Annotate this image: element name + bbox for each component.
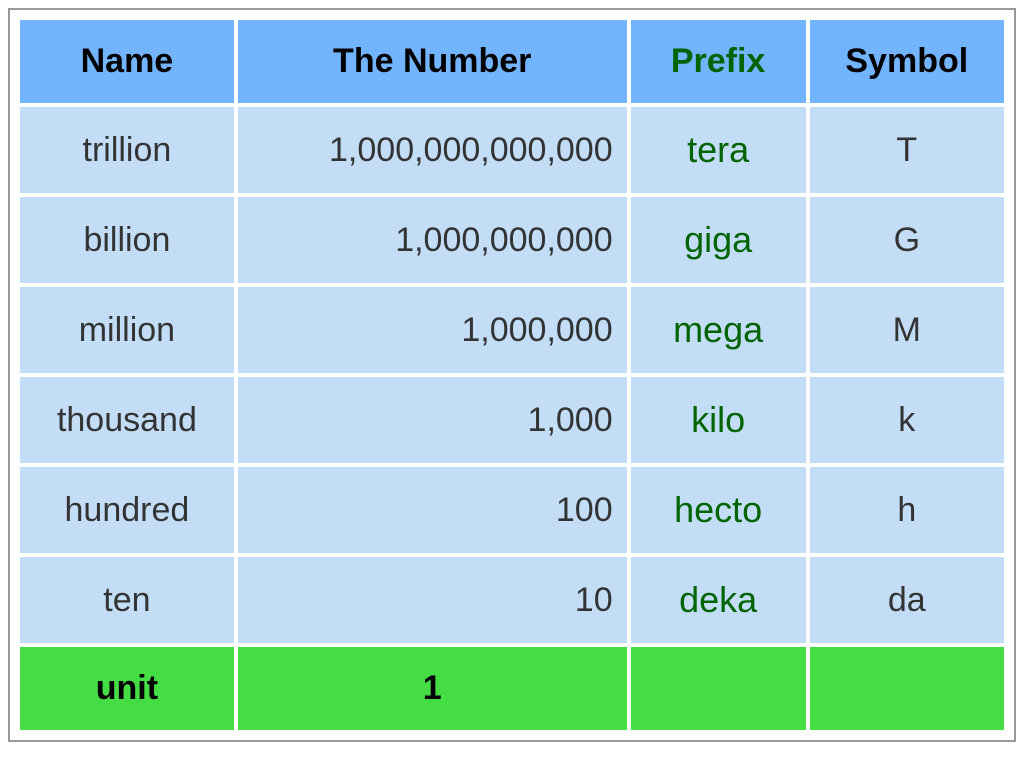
cell-symbol	[810, 647, 1004, 730]
cell-symbol: k	[810, 377, 1004, 463]
cell-number: 1,000,000	[238, 287, 627, 373]
cell-number: 1,000,000,000	[238, 197, 627, 283]
cell-symbol: G	[810, 197, 1004, 283]
table-body: trillion 1,000,000,000,000 tera T billio…	[20, 107, 1004, 730]
table-row: billion 1,000,000,000 giga G	[20, 197, 1004, 283]
cell-prefix	[631, 647, 806, 730]
cell-number: 10	[238, 557, 627, 643]
table-row: ten 10 deka da	[20, 557, 1004, 643]
cell-prefix: giga	[631, 197, 806, 283]
table-header-row: Name The Number Prefix Symbol	[20, 20, 1004, 103]
cell-prefix: mega	[631, 287, 806, 373]
cell-name: thousand	[20, 377, 234, 463]
cell-number: 1	[238, 647, 627, 730]
metric-prefixes-table: Name The Number Prefix Symbol trillion 1…	[16, 16, 1008, 734]
table-row: thousand 1,000 kilo k	[20, 377, 1004, 463]
cell-symbol: M	[810, 287, 1004, 373]
cell-name: million	[20, 287, 234, 373]
cell-name: billion	[20, 197, 234, 283]
header-number: The Number	[238, 20, 627, 103]
cell-number: 1,000	[238, 377, 627, 463]
cell-symbol: h	[810, 467, 1004, 553]
table-row-unit: unit 1	[20, 647, 1004, 730]
table-row: trillion 1,000,000,000,000 tera T	[20, 107, 1004, 193]
cell-number: 100	[238, 467, 627, 553]
header-symbol: Symbol	[810, 20, 1004, 103]
cell-symbol: da	[810, 557, 1004, 643]
header-name: Name	[20, 20, 234, 103]
cell-name: hundred	[20, 467, 234, 553]
cell-name: ten	[20, 557, 234, 643]
header-prefix: Prefix	[631, 20, 806, 103]
cell-name: unit	[20, 647, 234, 730]
cell-symbol: T	[810, 107, 1004, 193]
cell-prefix: tera	[631, 107, 806, 193]
cell-prefix: kilo	[631, 377, 806, 463]
cell-prefix: hecto	[631, 467, 806, 553]
cell-number: 1,000,000,000,000	[238, 107, 627, 193]
cell-prefix: deka	[631, 557, 806, 643]
table-row: million 1,000,000 mega M	[20, 287, 1004, 373]
cell-name: trillion	[20, 107, 234, 193]
table-row: hundred 100 hecto h	[20, 467, 1004, 553]
metric-prefixes-table-container: Name The Number Prefix Symbol trillion 1…	[8, 8, 1016, 742]
